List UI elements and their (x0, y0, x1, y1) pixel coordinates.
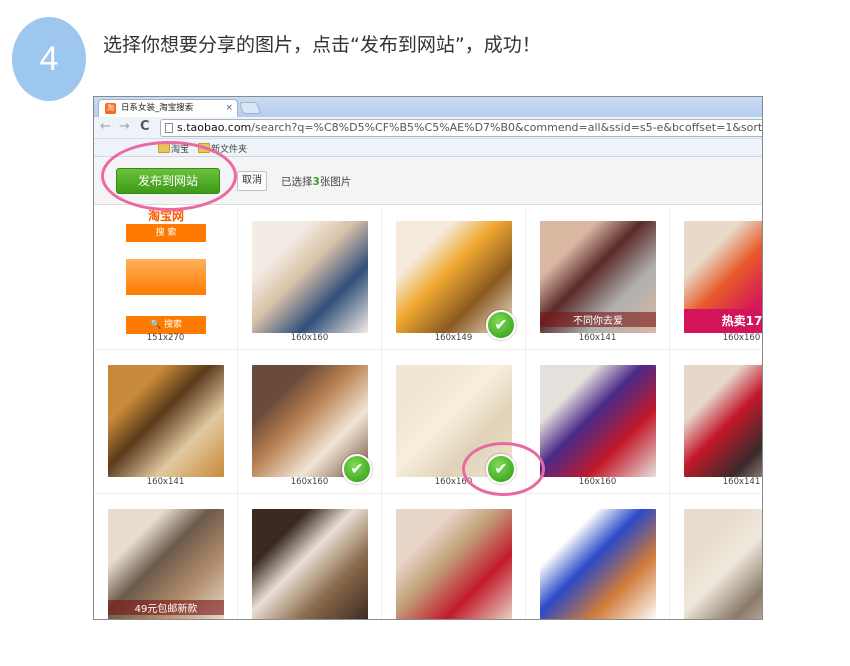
product-thumbnail (684, 509, 762, 619)
image-size-label: 160x160 (578, 477, 617, 487)
banner-bar (126, 259, 206, 295)
product-thumbnail (396, 509, 512, 619)
page-icon (165, 123, 173, 133)
selected-checkmark-icon[interactable]: ✔ (342, 454, 372, 484)
image-size-label: 160x160 (290, 333, 329, 343)
image-tile[interactable]: 160x160 ✔ (382, 350, 526, 494)
product-thumbnail (108, 365, 224, 477)
selected-count-text: 已选择3张图片 (281, 174, 351, 189)
step-number-badge: 4 (12, 17, 86, 101)
image-tile[interactable]: 淘宝网搜 索 🔍 搜索 151x270 (94, 206, 238, 350)
thumbnail-overlay-text: 49元包邮新款 (108, 600, 224, 615)
image-tile[interactable]: 160x141 (94, 350, 238, 494)
image-size-label: 160x141 (578, 333, 617, 343)
image-tile[interactable] (670, 494, 762, 619)
image-tile[interactable]: 160x149 ✔ (382, 206, 526, 350)
selected-checkmark-icon[interactable]: ✔ (486, 310, 516, 340)
publish-to-site-button[interactable]: 发布到网站 (116, 168, 220, 194)
image-tile[interactable] (526, 494, 670, 619)
url-path: /search?q=%C8%D5%CF%B5%C5%AE%D7%B0&comme… (251, 121, 763, 134)
banner-search-label: 搜 索 (126, 224, 206, 242)
tab-title: 日系女装_淘宝搜索 (121, 103, 194, 113)
navigation-toolbar: ← → C s.taobao.com/search?q=%C8%D5%CF%B5… (94, 117, 762, 139)
image-tile[interactable]: 160x160 (526, 350, 670, 494)
image-tile[interactable]: 不同你去爱 160x141 (526, 206, 670, 350)
cancel-button[interactable]: 取消 (237, 171, 267, 191)
selected-prefix: 已选择 (281, 176, 313, 188)
reload-icon[interactable]: C (140, 120, 150, 134)
image-size-label: 160x141 (722, 477, 761, 487)
new-tab-button[interactable] (238, 102, 262, 114)
image-tile[interactable]: 160x160 (238, 206, 382, 350)
forward-arrow-icon[interactable]: → (119, 120, 130, 134)
step-instruction: 选择你想要分享的图片，点击“发布到网站”，成功！ (103, 34, 541, 56)
image-tile[interactable] (238, 494, 382, 619)
image-tile[interactable] (382, 494, 526, 619)
browser-window: 淘 日系女装_淘宝搜索 × ← → C s.taobao.com/search?… (93, 96, 763, 620)
product-thumbnail (252, 509, 368, 619)
selected-count: 3 (312, 176, 320, 188)
product-thumbnail (252, 221, 368, 333)
bookmark-folder-taobao[interactable]: 淘宝 (158, 142, 189, 155)
url-host: s.taobao.com (177, 121, 252, 134)
ad-banner-image: 淘宝网搜 索 🔍 搜索 (126, 209, 206, 345)
product-thumbnail: 热卖17 (684, 221, 762, 333)
share-action-bar: 发布到网站 取消 已选择3张图片 (94, 157, 762, 205)
taobao-favicon-icon: 淘 (105, 103, 116, 114)
back-arrow-icon[interactable]: ← (100, 120, 111, 134)
image-tile[interactable]: 49元包邮新款 (94, 494, 238, 619)
image-grid: 淘宝网搜 索 🔍 搜索 151x270 160x160 160x149 ✔ 不同你去爱 160… (94, 206, 762, 619)
product-thumbnail: 不同你去爱 (540, 221, 656, 333)
banner-logo: 淘宝网 (147, 209, 184, 223)
product-thumbnail (684, 365, 762, 477)
hot-sale-badge: 热卖17 (684, 309, 762, 333)
image-size-label: 151x270 (146, 333, 185, 343)
product-thumbnail: 49元包邮新款 (108, 509, 224, 619)
bookmarks-bar: 淘宝 新文件夹 (94, 139, 762, 157)
tab-bar: 淘 日系女装_淘宝搜索 × (94, 97, 762, 118)
image-tile[interactable]: 160x141 (670, 350, 762, 494)
product-thumbnail (540, 509, 656, 619)
selected-checkmark-icon[interactable]: ✔ (486, 454, 516, 484)
image-tile[interactable]: 热卖17 160x160 (670, 206, 762, 350)
thumbnail-overlay-text: 不同你去爱 (540, 312, 656, 327)
close-tab-icon[interactable]: × (225, 100, 233, 117)
image-tile[interactable]: 160x160 ✔ (238, 350, 382, 494)
address-bar[interactable]: s.taobao.com/search?q=%C8%D5%CF%B5%C5%AE… (160, 119, 763, 137)
selected-suffix: 张图片 (319, 176, 352, 188)
product-thumbnail (540, 365, 656, 477)
bookmark-folder-new[interactable]: 新文件夹 (198, 142, 247, 155)
banner-search-label-2: 🔍 搜索 (126, 316, 206, 334)
image-size-label: 160x141 (146, 477, 185, 487)
image-size-label: 160x160 (722, 333, 761, 343)
browser-tab[interactable]: 淘 日系女装_淘宝搜索 × (98, 99, 238, 118)
